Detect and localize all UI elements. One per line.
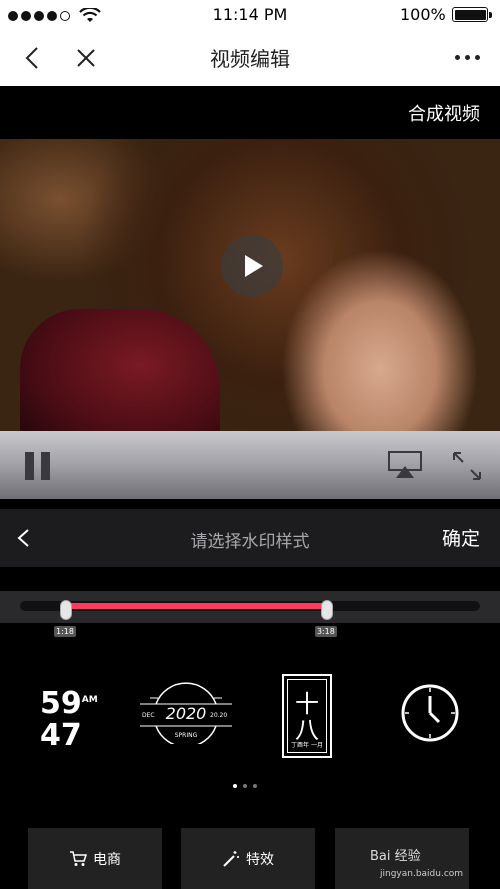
spring-word: SPRING — [174, 732, 198, 739]
range-start-label: 1:18 — [54, 626, 76, 637]
compose-video-button[interactable]: 合成视频 — [408, 100, 480, 126]
video-controls-bar — [0, 431, 500, 499]
lunar-subtitle: 丁酉年 一月 — [291, 742, 323, 749]
site-watermark-url: jingyan.baidu.com — [380, 869, 464, 879]
watermark-style-spring[interactable]: 2020 DEC 20.20 SPRING — [138, 682, 234, 744]
navigation-bar: 视频编辑 — [0, 30, 500, 86]
battery-icon — [452, 7, 492, 22]
cart-icon — [70, 850, 87, 866]
battery-percent: 100% — [400, 5, 446, 24]
digital-minute: 47 — [40, 718, 82, 753]
digital-hour: 59AM — [40, 686, 98, 721]
effects-button[interactable]: 特效 — [181, 828, 315, 889]
digital-ampm: AM — [81, 695, 98, 705]
spring-right-label: 20.20 — [210, 712, 228, 719]
watermark-style-clock-icon[interactable] — [401, 684, 459, 742]
style-pager — [233, 784, 257, 788]
spring-year: 2020 — [165, 704, 207, 723]
range-end-label: 3:18 — [314, 626, 337, 637]
page-title: 视频编辑 — [210, 47, 290, 71]
more-icon[interactable] — [455, 55, 480, 60]
range-start-handle[interactable] — [60, 600, 72, 620]
watermark-style-lunar[interactable]: 十 八 丁酉年 一月 — [282, 674, 332, 758]
site-watermark-logo: Bai 经验 — [370, 849, 421, 864]
effects-label: 特效 — [246, 851, 274, 868]
video-preview[interactable] — [0, 139, 500, 431]
watermark-style-digital[interactable]: 59AM 47 — [40, 684, 98, 752]
range-slider-selection — [66, 603, 327, 609]
ecommerce-button[interactable]: 电商 — [28, 828, 162, 889]
play-button[interactable] — [221, 235, 283, 297]
video-frame-subject — [20, 309, 220, 431]
spring-left-label: DEC — [142, 712, 155, 719]
confirm-button[interactable]: 确定 — [442, 524, 480, 551]
ecommerce-label: 电商 — [93, 851, 121, 868]
pager-dot[interactable] — [233, 784, 237, 788]
magic-wand-icon — [223, 850, 239, 867]
watermark-panel-title: 请选择水印样式 — [190, 532, 310, 552]
pager-dot[interactable] — [253, 784, 257, 788]
status-bar: 11:14 PM 100% — [0, 0, 500, 30]
watermark-panel-header: 请选择水印样式 确定 — [0, 509, 500, 567]
range-end-handle[interactable] — [320, 600, 333, 620]
pager-dot[interactable] — [243, 784, 247, 788]
pause-icon[interactable] — [24, 451, 52, 481]
airplay-icon[interactable] — [388, 451, 422, 479]
fullscreen-icon[interactable] — [452, 451, 482, 481]
play-icon — [245, 255, 263, 277]
